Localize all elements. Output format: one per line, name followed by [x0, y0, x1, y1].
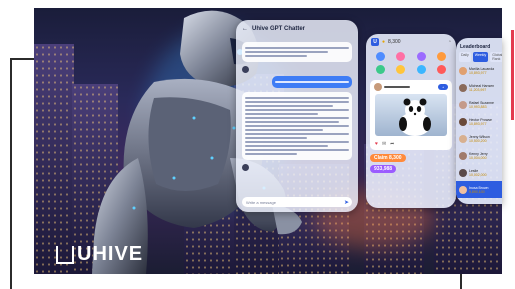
leaderboard-row[interactable]: Marília Lauanda 10,893,977 [456, 62, 502, 79]
shortcut-row [366, 63, 456, 76]
chat-messages [242, 42, 352, 194]
share-icon[interactable]: ➦ [390, 141, 394, 147]
leaderboard-tabs: Daily Weekly Global Rank [456, 52, 502, 62]
leader-score: 11,203,997 [469, 87, 487, 92]
leaderboard-row[interactable]: Micheal Hansen 11,203,997 [456, 79, 502, 96]
leader-name: Inusa Brown [469, 185, 489, 190]
leader-score: 10,002,000 [469, 172, 487, 177]
shortcut-icon[interactable] [375, 65, 385, 74]
leader-name: Micheal Hansen [469, 83, 495, 88]
shortcut-icon[interactable] [396, 65, 406, 74]
leaderboard-row[interactable]: Leslie 10,002,000 [456, 164, 502, 181]
follow-button[interactable]: + [438, 84, 448, 90]
heart-icon[interactable]: ♥ [375, 141, 378, 147]
leader-name: Rafael Suzanne [469, 100, 494, 105]
avatar [459, 168, 467, 177]
leader-score: 10,993,883 [469, 104, 487, 109]
claim-button[interactable]: Claim 8,300 [370, 154, 406, 162]
frame-line-left [10, 58, 12, 289]
avatar [459, 100, 467, 109]
leader-score: 9,890,100 [469, 189, 485, 194]
leaderboard-row-highlighted[interactable]: Inusa Brown 9,890,100 [456, 181, 502, 198]
brand-name: UHIVE [77, 243, 144, 265]
comment-icon[interactable]: ✉ [382, 141, 386, 147]
bot-message [242, 92, 352, 160]
feed-post[interactable]: + ♥ ✉ ➦ [370, 80, 452, 150]
leader-name: Hector Prowse [469, 117, 492, 122]
avatar [459, 134, 467, 143]
leader-score: 10,500,200 [469, 138, 487, 143]
avatar [459, 185, 467, 194]
user-message [272, 76, 352, 88]
uhive-brand: UHIVE [56, 243, 143, 266]
bot-avatar-icon [242, 164, 249, 171]
notification-icon[interactable]: ◔ [448, 39, 451, 45]
leader-name: Kenny Jerry [469, 151, 488, 156]
shortcut-row [366, 50, 456, 63]
avatar [459, 66, 467, 75]
leader-score: 10,893,977 [469, 121, 487, 126]
shortcut-icon[interactable] [375, 52, 385, 61]
bot-avatar-icon [242, 66, 249, 73]
shortcut-icon[interactable] [437, 65, 447, 74]
leaderboard-row[interactable]: Kenny Jerry 10,004,000 [456, 147, 502, 164]
bot-message [242, 42, 352, 62]
send-icon[interactable]: ➤ [344, 199, 352, 206]
tab-daily[interactable]: Daily [459, 52, 471, 62]
chat-title: Uhive GPT Chatter [252, 26, 306, 32]
coin-icon: ● [382, 39, 386, 45]
avatar [459, 117, 467, 126]
leaderboard-panel: Leaderboard Daily Weekly Global Rank Mar… [456, 38, 502, 204]
shortcut-icon[interactable] [416, 52, 426, 61]
leader-name: Jenny Wilson [469, 134, 490, 139]
post-image [375, 94, 447, 136]
avatar [459, 83, 467, 92]
leader-score: 10,004,000 [469, 155, 487, 160]
shortcut-icon[interactable] [437, 52, 447, 61]
balance-value: 8,300 [388, 39, 401, 45]
leaderboard-row[interactable]: Jenny Wilson 10,500,200 [456, 130, 502, 147]
chat-panel: ← Uhive GPT Chatter Write a message ➤ [236, 20, 358, 212]
shortcut-icon[interactable] [396, 52, 406, 61]
avatar [374, 83, 382, 91]
frame-line-left-top [10, 58, 34, 60]
chat-input[interactable]: Write a message ➤ [242, 197, 352, 207]
coin-amount-badge: 933,988 [370, 165, 397, 173]
leader-name: Marília Lauanda [469, 66, 495, 71]
leaderboard-row[interactable]: Rafael Suzanne 10,993,883 [456, 96, 502, 113]
back-arrow-icon[interactable]: ← [242, 26, 248, 32]
app-panel: U ● 8,300 ◔ + ♥ ✉ ➦ Claim 8,300 933,988 [366, 34, 456, 208]
claim-section: Claim 8,300 933,988 [370, 154, 452, 173]
avatar [459, 151, 467, 160]
tab-weekly[interactable]: Weekly [472, 52, 489, 62]
leader-score: 10,893,977 [469, 70, 487, 75]
uhive-logo-icon [56, 245, 74, 264]
leaderboard-title: Leaderboard [460, 44, 491, 50]
shortcut-icon[interactable] [416, 65, 426, 74]
chat-input-placeholder: Write a message [246, 199, 276, 205]
tab-global-rank[interactable]: Global Rank [490, 52, 502, 62]
chat-header: ← Uhive GPT Chatter [236, 20, 358, 38]
uhive-logo-icon: U [371, 38, 379, 46]
app-topbar: U ● 8,300 ◔ [366, 34, 456, 50]
leaderboard-row[interactable]: Hector Prowse 10,893,977 [456, 113, 502, 130]
accent-bar [511, 30, 514, 120]
